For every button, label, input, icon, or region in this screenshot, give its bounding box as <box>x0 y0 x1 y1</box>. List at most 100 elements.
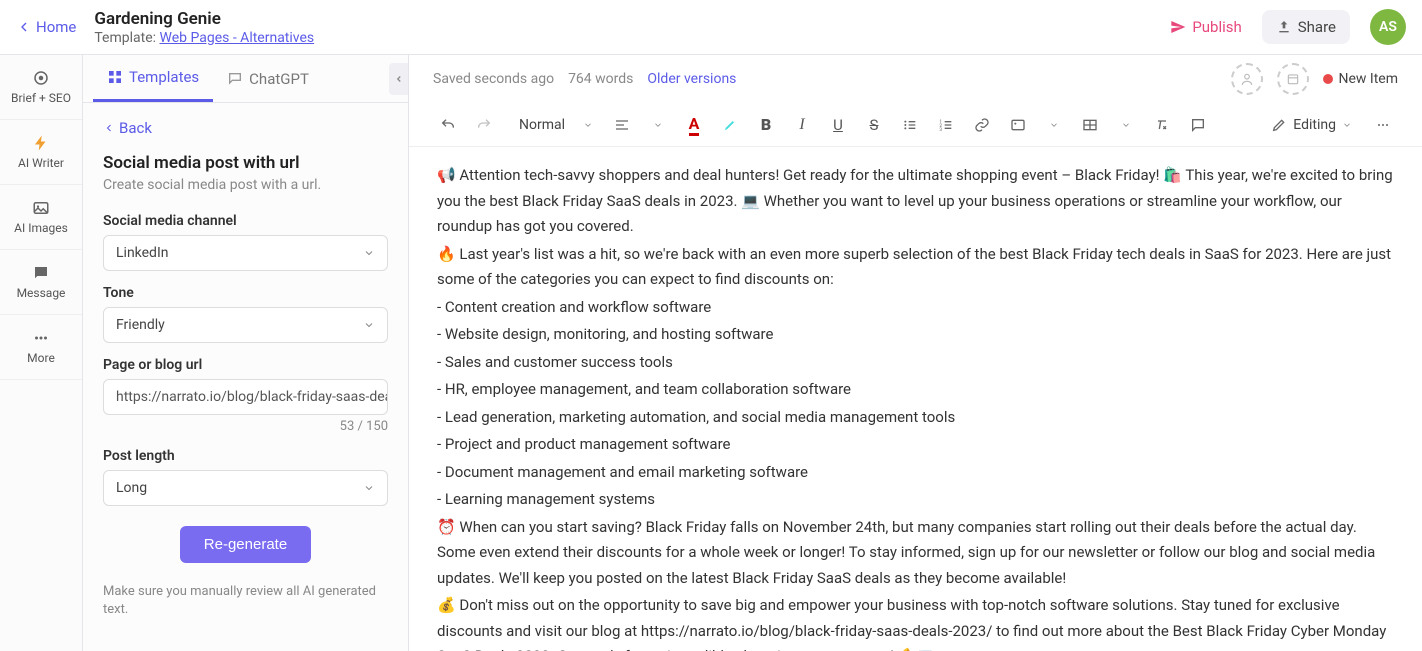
chevron-down-icon <box>363 247 375 259</box>
message-icon <box>32 264 50 282</box>
length-select[interactable]: Long <box>103 470 388 506</box>
url-label: Page or blog url <box>103 357 388 373</box>
nav-message-label: Message <box>17 286 66 300</box>
bullet-list-button[interactable] <box>895 110 925 140</box>
regenerate-button[interactable]: Re-generate <box>180 526 311 563</box>
assignee-placeholder[interactable] <box>1231 63 1263 95</box>
tone-select[interactable]: Friendly <box>103 307 388 343</box>
chevron-down-icon <box>363 319 375 331</box>
review-hint: Make sure you manually review all AI gen… <box>103 583 388 619</box>
content-b2: - Website design, monitoring, and hostin… <box>437 322 1394 348</box>
content-b1: - Content creation and workflow software <box>437 295 1394 321</box>
clear-format-icon <box>1154 117 1170 133</box>
redo-button[interactable] <box>469 110 499 140</box>
image-dropdown[interactable] <box>1039 110 1069 140</box>
back-link[interactable]: Back <box>103 119 388 137</box>
dots-icon <box>1375 117 1391 133</box>
nav-more-label: More <box>27 351 55 365</box>
publish-label: Publish <box>1192 18 1241 36</box>
image-button[interactable] <box>1003 110 1033 140</box>
status-badge[interactable]: New Item <box>1323 71 1399 87</box>
chat-icon <box>227 71 243 87</box>
editing-label: Editing <box>1293 117 1336 133</box>
page-title: Gardening Genie <box>94 9 1170 29</box>
saved-status: Saved seconds ago <box>433 71 554 87</box>
publish-button[interactable]: Publish <box>1170 18 1241 36</box>
chevron-down-icon <box>363 482 375 494</box>
highlight-button[interactable] <box>715 110 745 140</box>
chevron-left-icon <box>16 19 32 35</box>
channel-select[interactable]: LinkedIn <box>103 235 388 271</box>
content-p2: 🔥 Last year's list was a hit, so we're b… <box>437 242 1394 293</box>
strike-button[interactable]: S <box>859 110 889 140</box>
target-icon <box>32 69 50 87</box>
nav-message[interactable]: Message <box>0 250 82 315</box>
editing-mode-select[interactable]: Editing <box>1271 117 1352 133</box>
sidebar-collapse-button[interactable] <box>389 63 409 95</box>
nav-writer-label: AI Writer <box>18 156 64 170</box>
underline-button[interactable]: U <box>823 110 853 140</box>
send-icon <box>1170 19 1186 35</box>
nav-brief-label: Brief + SEO <box>11 91 71 105</box>
older-versions-link[interactable]: Older versions <box>647 71 736 87</box>
url-input[interactable]: https://narrato.io/blog/black-friday-saa… <box>103 379 388 415</box>
link-icon <box>974 117 990 133</box>
tab-chatgpt-label: ChatGPT <box>249 70 309 88</box>
text-color-button[interactable]: A <box>679 110 709 140</box>
link-button[interactable] <box>967 110 997 140</box>
editor-content[interactable]: 📢 Attention tech-savvy shoppers and deal… <box>409 147 1422 651</box>
more-tools-button[interactable] <box>1368 110 1398 140</box>
image-icon <box>1010 117 1026 133</box>
content-b5: - Lead generation, marketing automation,… <box>437 405 1394 431</box>
chevron-left-icon <box>394 73 404 85</box>
bold-button[interactable]: B <box>751 110 781 140</box>
content-p4: 💰 Don't miss out on the opportunity to s… <box>437 593 1394 651</box>
underline-icon: U <box>833 116 843 134</box>
content-p3: ⏰ When can you start saving? Black Frida… <box>437 515 1394 592</box>
undo-button[interactable] <box>433 110 463 140</box>
font-color-icon: A <box>689 114 700 136</box>
content-b4: - HR, employee management, and team coll… <box>437 377 1394 403</box>
number-list-button[interactable]: 123 <box>931 110 961 140</box>
bolt-icon <box>32 134 50 152</box>
date-placeholder[interactable] <box>1277 63 1309 95</box>
share-label: Share <box>1298 18 1336 36</box>
url-char-count: 53 / 150 <box>103 419 388 434</box>
nav-ai-images[interactable]: AI Images <box>0 185 82 250</box>
nav-brief-seo[interactable]: Brief + SEO <box>0 55 82 120</box>
format-select[interactable]: Normal <box>511 113 601 137</box>
clear-format-button[interactable] <box>1147 110 1177 140</box>
italic-button[interactable]: I <box>787 110 817 140</box>
share-button[interactable]: Share <box>1262 10 1350 44</box>
avatar[interactable]: AS <box>1370 9 1406 45</box>
nav-images-label: AI Images <box>14 221 68 235</box>
comment-button[interactable] <box>1183 110 1213 140</box>
align-button[interactable] <box>607 110 637 140</box>
undo-icon <box>440 117 456 133</box>
template-link[interactable]: Web Pages - Alternatives <box>160 30 315 46</box>
content-p1: 📢 Attention tech-savvy shoppers and deal… <box>437 163 1394 240</box>
tab-templates-label: Templates <box>129 68 199 86</box>
table-icon <box>1082 117 1098 133</box>
table-dropdown[interactable] <box>1111 110 1141 140</box>
upload-icon <box>1276 19 1292 35</box>
tab-chatgpt[interactable]: ChatGPT <box>213 55 323 102</box>
tab-templates[interactable]: Templates <box>93 55 213 102</box>
chevron-down-icon <box>653 120 663 130</box>
table-button[interactable] <box>1075 110 1105 140</box>
nav-ai-writer[interactable]: AI Writer <box>0 120 82 185</box>
number-list-icon: 123 <box>938 117 954 133</box>
nav-more[interactable]: More <box>0 315 82 380</box>
align-dropdown[interactable] <box>643 110 673 140</box>
channel-label: Social media channel <box>103 213 388 229</box>
format-value: Normal <box>519 117 565 133</box>
calendar-icon <box>1286 72 1300 86</box>
bold-icon: B <box>761 115 771 134</box>
chevron-down-icon <box>1342 120 1352 130</box>
home-link[interactable]: Home <box>16 18 76 36</box>
back-label: Back <box>119 119 152 137</box>
svg-text:3: 3 <box>939 127 942 133</box>
content-b7: - Document management and email marketin… <box>437 460 1394 486</box>
content-b8: - Learning management systems <box>437 487 1394 513</box>
chevron-down-icon <box>583 120 593 130</box>
